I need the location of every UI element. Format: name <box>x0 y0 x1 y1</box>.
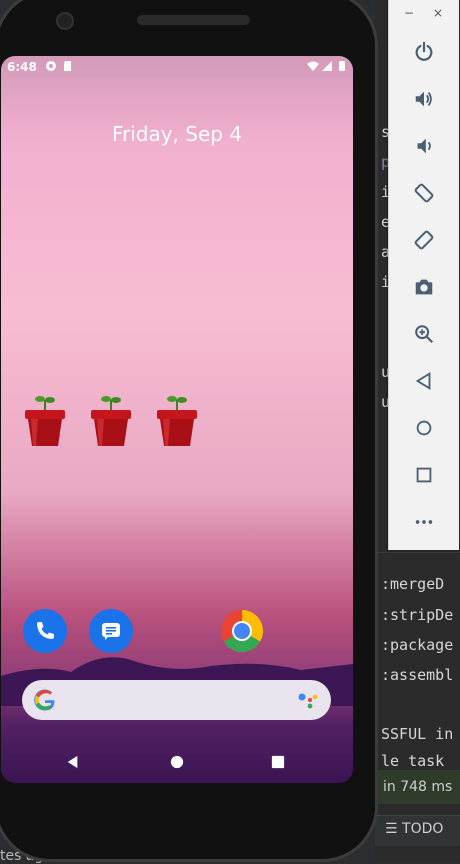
power-icon <box>415 41 433 61</box>
build-line: :mergeD <box>381 575 445 593</box>
screenshot-button[interactable] <box>409 272 439 302</box>
notification-icon <box>46 61 56 71</box>
volume-down-button[interactable] <box>409 131 439 161</box>
pot-plant-icon[interactable] <box>89 390 133 448</box>
back-icon <box>415 372 431 390</box>
zoom-icon <box>415 325 434 344</box>
minimize-button[interactable]: − <box>404 6 414 20</box>
back-nav-button[interactable] <box>63 752 83 772</box>
todo-label[interactable]: ☰ TODO <box>385 821 443 837</box>
wifi-icon <box>307 61 319 71</box>
speaker <box>137 15 250 25</box>
close-button[interactable]: × <box>433 6 443 20</box>
zoom-button[interactable] <box>409 319 439 349</box>
build-line: le task <box>381 752 445 770</box>
more-icon <box>415 520 433 524</box>
battery-icon <box>339 61 345 71</box>
build-line: :stripDe <box>381 606 454 624</box>
phone-app-icon[interactable] <box>23 609 67 653</box>
home-date[interactable]: Friday, Sep 4 <box>1 122 353 146</box>
build-time: in 748 ms <box>383 779 453 795</box>
list-icon: ☰ <box>385 821 398 837</box>
rotate-left-icon <box>414 183 434 203</box>
more-button[interactable] <box>409 507 439 537</box>
signal-icon <box>322 61 332 71</box>
volume-up-icon <box>415 91 432 107</box>
rotate-right-button[interactable] <box>409 225 439 255</box>
power-button[interactable] <box>409 37 439 67</box>
pot-plant-icon[interactable] <box>23 390 67 448</box>
assistant-icon[interactable] <box>297 691 319 709</box>
volume-down-icon <box>417 138 431 154</box>
pot-plant-icon[interactable] <box>155 390 199 448</box>
volume-up-button[interactable] <box>409 84 439 114</box>
status-time: 6:48 <box>7 60 37 74</box>
home-icon <box>416 420 432 436</box>
emulator-phone-frame: 6:48 Friday, Sep 4 <box>0 0 378 862</box>
chrome-app-icon[interactable] <box>220 609 264 653</box>
front-camera <box>56 12 74 30</box>
navigation-bar <box>1 744 353 780</box>
build-line: :assembl <box>381 666 454 684</box>
google-g-icon <box>34 689 55 711</box>
emulator-toolbar: − × <box>388 0 459 550</box>
sd-card-icon <box>64 61 71 71</box>
camera-icon <box>415 279 433 295</box>
back-button[interactable] <box>409 366 439 396</box>
google-search-bar[interactable] <box>22 680 331 720</box>
home-nav-button[interactable] <box>167 752 187 772</box>
overview-icon <box>416 467 432 483</box>
home-button[interactable] <box>409 413 439 443</box>
messages-app-icon[interactable] <box>89 609 133 653</box>
rotate-left-button[interactable] <box>409 178 439 208</box>
status-bar: 6:48 <box>1 56 353 78</box>
build-line: :package <box>381 636 454 654</box>
rotate-right-icon <box>414 230 434 250</box>
build-line: SSFUL in <box>381 725 454 743</box>
phone-screen[interactable]: 6:48 Friday, Sep 4 <box>1 56 353 783</box>
overview-nav-button[interactable] <box>268 752 288 772</box>
overview-button[interactable] <box>409 460 439 490</box>
